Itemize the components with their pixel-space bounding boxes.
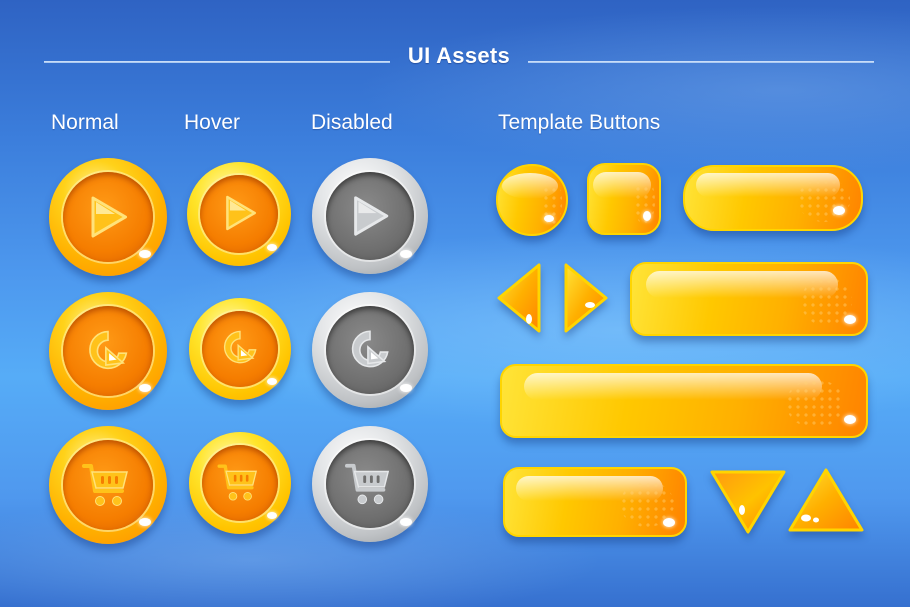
- template-button-triangle-down[interactable]: [708, 466, 788, 536]
- replay-button-normal[interactable]: [49, 292, 167, 410]
- play-button-normal[interactable]: [49, 158, 167, 276]
- play-icon: [91, 196, 127, 238]
- replay-icon: [89, 330, 128, 370]
- shopping-cart-icon: [217, 464, 258, 501]
- replay-icon: [223, 330, 257, 364]
- replay-icon: [351, 330, 389, 368]
- cart-button-hover[interactable]: [189, 432, 291, 534]
- template-button-extra-wide[interactable]: [500, 364, 868, 438]
- column-label-hover: Hover: [184, 111, 241, 134]
- play-icon: [354, 196, 389, 236]
- cart-button-disabled: [312, 426, 428, 542]
- template-button-pill[interactable]: [683, 165, 863, 231]
- shopping-cart-icon: [82, 464, 128, 506]
- shopping-cart-icon: [345, 463, 390, 505]
- column-label-template-buttons: Template Buttons: [498, 111, 661, 134]
- template-button-medium[interactable]: [503, 467, 687, 537]
- template-button-triangle-right[interactable]: [560, 261, 610, 335]
- play-icon: [226, 195, 256, 231]
- template-button-rounded-square[interactable]: [587, 163, 661, 235]
- play-button-disabled: [312, 158, 428, 274]
- template-button-triangle-up[interactable]: [786, 466, 866, 536]
- title-rule-right: [528, 61, 874, 63]
- replay-button-disabled: [312, 292, 428, 408]
- column-label-normal: Normal: [51, 111, 119, 134]
- template-button-wide[interactable]: [630, 262, 868, 336]
- cart-button-normal[interactable]: [49, 426, 167, 544]
- template-button-circle[interactable]: [496, 164, 568, 236]
- play-button-hover[interactable]: [187, 162, 291, 266]
- template-button-triangle-left[interactable]: [495, 261, 545, 335]
- replay-button-hover[interactable]: [189, 298, 291, 400]
- title-rule-left: [44, 61, 390, 63]
- column-label-disabled: Disabled: [311, 111, 393, 134]
- page-title: UI Assets: [407, 43, 511, 68]
